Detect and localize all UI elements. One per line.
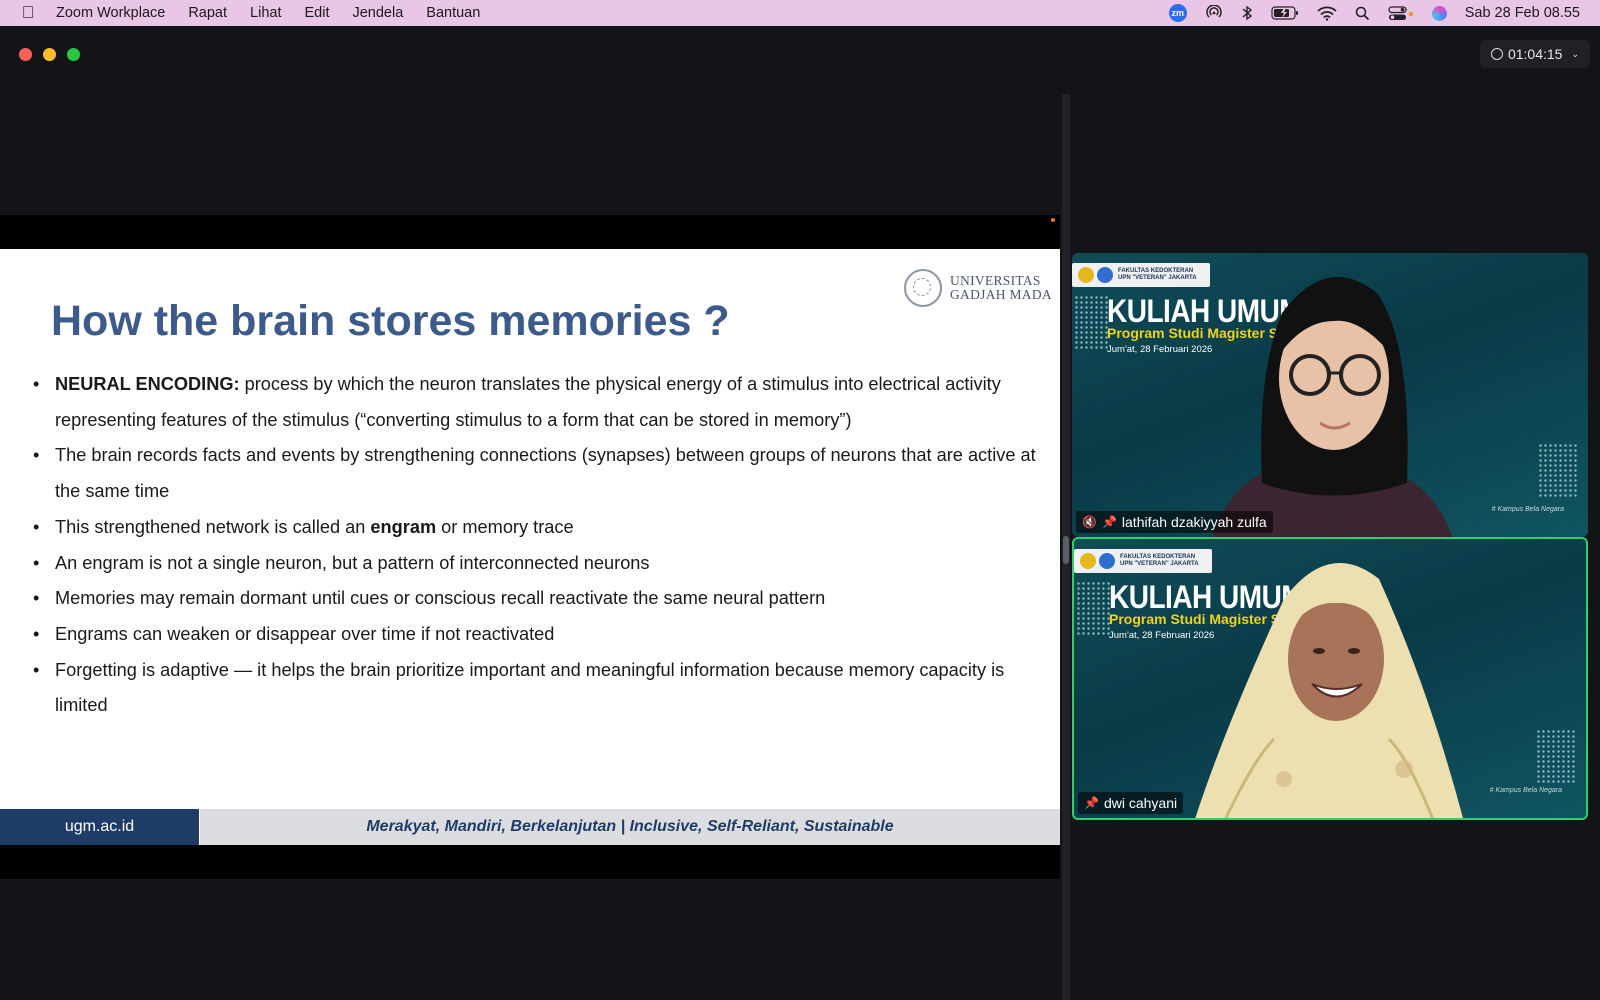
shared-slide[interactable]: How the brain stores memories ? UNIVERSI…	[0, 249, 1060, 845]
control-center-icon[interactable]	[1388, 5, 1414, 21]
bullet-text: Forgetting is adaptive — it helps the br…	[55, 659, 1005, 716]
footer-motto: Merakyat, Mandiri, Berkelanjutan | Inclu…	[200, 809, 1060, 845]
bullet-text: An engram is not a single neuron, but a …	[55, 552, 650, 573]
menu-jendela[interactable]: Jendela	[352, 5, 403, 21]
apple-icon[interactable]: 	[0, 3, 56, 23]
participant-name: dwi cahyani	[1103, 795, 1178, 811]
bullet-item: Memories may remain dormant until cues o…	[33, 581, 1043, 617]
background-hashtag: # Kampus Bela Negara	[1491, 506, 1564, 513]
pin-icon: 📌	[1101, 515, 1117, 529]
menu-rapat[interactable]: Rapat	[188, 5, 227, 21]
ugm-seal-icon	[904, 269, 942, 307]
faculty-badge-icon	[1078, 267, 1094, 283]
participant-tile-dwi[interactable]: FAKULTAS KEDOKTERAN UPN "VETERAN" JAKARTA…	[1072, 537, 1588, 820]
decor-dots	[1076, 581, 1112, 635]
decor-dots	[1538, 443, 1578, 497]
logo-line-2: GADJAH MADA	[950, 287, 1052, 302]
bullet-item: Engrams can weaken or disappear over tim…	[33, 617, 1043, 653]
battery-icon[interactable]	[1271, 6, 1299, 20]
bullet-bold-prefix: NEURAL ENCODING:	[55, 374, 240, 394]
menu-edit[interactable]: Edit	[304, 5, 329, 21]
siri-icon[interactable]	[1431, 5, 1447, 21]
bluetooth-icon[interactable]	[1241, 5, 1253, 21]
zoom-icon[interactable]: zm	[1168, 4, 1187, 22]
bullet-text: Engrams can weaken or disappear over tim…	[55, 623, 555, 644]
bullet-text: Memories may remain dormant until cues o…	[55, 588, 826, 609]
university-badge-icon	[1099, 553, 1115, 569]
share-letterbox-top	[0, 215, 1060, 249]
meeting-timer-text: 01:04:15	[1507, 46, 1563, 62]
bullet-text: The brain records facts and events by st…	[55, 445, 1036, 502]
menubar-datetime[interactable]: Sab 28 Feb 08.55	[1465, 5, 1580, 21]
chevron-down-icon: ⌄	[1571, 48, 1580, 59]
bullet-bold-term: engram	[370, 516, 437, 537]
logo-line-1: UNIVERSITAS	[950, 273, 1041, 288]
ugm-logo: UNIVERSITAS GADJAH MADA	[904, 269, 1052, 307]
resize-handle[interactable]	[1063, 536, 1069, 564]
status-area: zm Sab 28 Feb 08.55	[1168, 0, 1600, 26]
panel-divider[interactable]	[1062, 94, 1070, 1000]
participant-nameplate: 🔇 📌 lathifah dzakiyyah zulfa	[1076, 511, 1273, 533]
wifi-icon[interactable]	[1317, 6, 1337, 21]
mic-muted-icon: 🔇	[1082, 515, 1097, 529]
bullet-text-after: or memory trace	[436, 516, 574, 537]
participant-tile-lathifah[interactable]: FAKULTAS KEDOKTERAN UPN "VETERAN" JAKARTA…	[1072, 253, 1588, 537]
share-indicator-dot	[1051, 218, 1055, 222]
participant-video-figure	[1212, 277, 1452, 537]
slide-footer: ugm.ac.id Merakyat, Mandiri, Berkelanjut…	[0, 809, 1060, 845]
participant-nameplate: 📌 dwi cahyani	[1078, 792, 1184, 814]
bullet-text-before: This strengthened network is called an	[55, 516, 371, 537]
background-hashtag: # Kampus Bela Negara	[1489, 787, 1562, 794]
share-letterbox-bottom	[0, 845, 1060, 879]
menu-bantuan[interactable]: Bantuan	[426, 5, 480, 21]
zoom-badge: zm	[1168, 4, 1187, 22]
university-badge-icon	[1097, 267, 1113, 283]
participant-video-figure	[1195, 563, 1463, 818]
minimize-window-button[interactable]	[43, 48, 56, 61]
airdrop-icon[interactable]	[1205, 5, 1223, 21]
clock-icon	[1490, 48, 1503, 60]
bullet-item: NEURAL ENCODING: process by which the ne…	[33, 367, 1043, 438]
bullet-item: Forgetting is adaptive — it helps the br…	[33, 653, 1043, 724]
close-window-button[interactable]	[19, 48, 32, 61]
slide-title: How the brain stores memories ?	[51, 297, 730, 345]
menu-app-name[interactable]: Zoom Workplace	[56, 5, 165, 21]
slide-bullet-list: NEURAL ENCODING: process by which the ne…	[33, 367, 1043, 724]
bullet-item: This strengthened network is called an e…	[33, 510, 1043, 546]
participant-name: lathifah dzakiyyah zulfa	[1121, 514, 1267, 530]
spotlight-icon[interactable]	[1355, 6, 1370, 21]
meeting-timer[interactable]: 01:04:15 ⌄	[1480, 40, 1590, 68]
bullet-item: The brain records facts and events by st…	[33, 438, 1043, 509]
bullet-item: An engram is not a single neuron, but a …	[33, 546, 1043, 582]
menu-bar:  Zoom Workplace Rapat Lihat Edit Jendel…	[0, 0, 1600, 26]
menu-lihat[interactable]: Lihat	[250, 5, 281, 21]
decor-dots	[1074, 295, 1110, 349]
zoom-window: 01:04:15 ⌄ How the brain stores memories…	[0, 28, 1600, 1000]
faculty-badge-icon	[1080, 553, 1096, 569]
maximize-window-button[interactable]	[67, 48, 80, 61]
decor-dots	[1536, 729, 1576, 783]
footer-site: ugm.ac.id	[0, 809, 200, 845]
pin-icon: 📌	[1084, 796, 1099, 810]
